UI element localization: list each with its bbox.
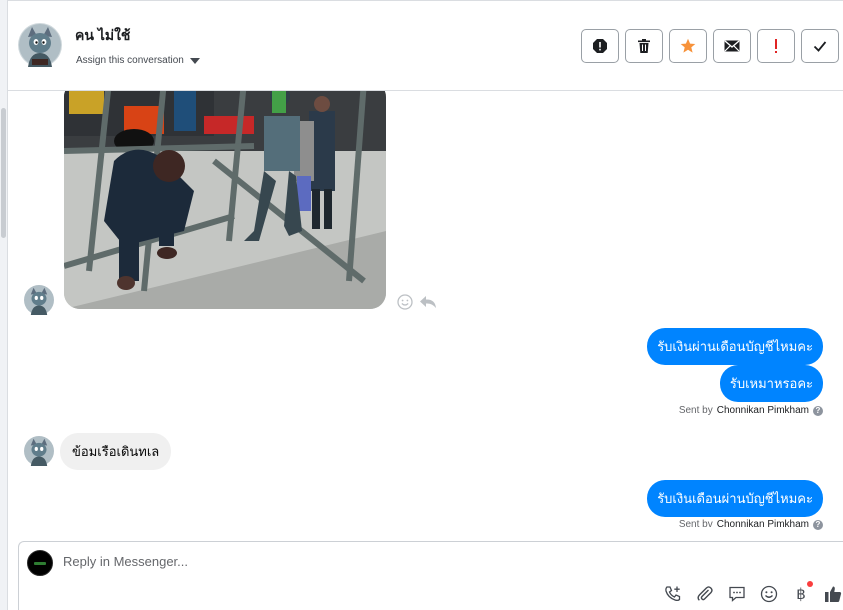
check-icon	[813, 41, 827, 52]
important-icon	[775, 39, 777, 53]
spam-icon	[593, 39, 607, 53]
outgoing-message[interactable]: รับเงินผ่านเดือนบัญชีไหมคะ	[647, 328, 823, 365]
reply-composer: ฿	[18, 541, 843, 610]
sent-by-label: Sent by Chonnikan Pimkham ?	[679, 405, 823, 416]
assign-label: Assign this conversation	[76, 55, 184, 66]
star-icon	[680, 38, 696, 53]
payment-icon: ฿	[796, 586, 806, 603]
message-image[interactable]	[64, 91, 386, 309]
contact-avatar[interactable]	[18, 23, 62, 67]
sent-by-name: Chonnikan Pimkham	[716, 519, 809, 530]
emoji-icon	[760, 585, 778, 603]
caret-down-icon	[189, 57, 200, 64]
construction-workers-photo	[64, 91, 386, 309]
outgoing-message[interactable]: รับเงินเดือนผ่านบัญชีไหมคะ	[647, 480, 823, 517]
trash-icon	[638, 39, 650, 53]
reply-input[interactable]	[63, 554, 563, 569]
like-icon	[825, 586, 842, 602]
help-icon[interactable]: ?	[813, 405, 823, 416]
reply-icon[interactable]	[419, 294, 437, 310]
mark-important-button[interactable]	[757, 29, 795, 63]
scrollbar-thumb[interactable]	[1, 108, 6, 238]
sent-by-prefix: Sent by	[678, 405, 713, 416]
sent-by-name: Chonnikan Pimkham	[716, 405, 809, 416]
message-thread[interactable]: รับเงินผ่านเดือนบัญชีไหมคะ รับเหมาหรอคะ …	[8, 91, 843, 539]
sent-by-prefix: Sent bv	[678, 519, 713, 530]
composer-toolbar: ฿	[663, 581, 843, 604]
star-button[interactable]	[669, 29, 707, 63]
mail-icon	[724, 40, 740, 52]
saved-replies-icon	[729, 586, 745, 602]
contact-avatar[interactable]	[24, 285, 54, 315]
contact-avatar[interactable]	[24, 436, 54, 466]
mark-unread-button[interactable]	[713, 29, 751, 63]
help-icon[interactable]: ?	[813, 519, 823, 530]
message-tools	[397, 294, 437, 310]
mark-done-button[interactable]	[801, 29, 839, 63]
outgoing-message[interactable]: รับเหมาหรอคะ	[719, 365, 823, 402]
call-icon	[665, 586, 681, 602]
like-button[interactable]	[823, 584, 843, 604]
call-button[interactable]	[663, 584, 683, 604]
attach-icon	[697, 586, 713, 601]
page-avatar	[27, 550, 53, 576]
delete-button[interactable]	[625, 29, 663, 63]
sent-by-label: Sent bv Chonnikan Pimkham ?	[679, 519, 823, 530]
conversation-actions	[581, 29, 839, 63]
attach-button[interactable]	[695, 584, 715, 604]
emoji-button[interactable]	[759, 584, 779, 604]
mark-spam-button[interactable]	[581, 29, 619, 63]
conversation-header: คน ไม่ใช้ Assign this conversation	[8, 0, 843, 91]
saved-replies-button[interactable]	[727, 584, 747, 604]
notification-dot	[807, 581, 813, 587]
assign-conversation-dropdown[interactable]: Assign this conversation	[76, 55, 200, 66]
payment-button[interactable]: ฿	[791, 581, 813, 604]
react-icon[interactable]	[397, 294, 413, 310]
left-scrollbar[interactable]	[0, 0, 8, 610]
contact-name: คน ไม่ใช้	[75, 27, 131, 43]
incoming-message[interactable]: ข้อมเรือเดินทเล	[60, 433, 172, 470]
